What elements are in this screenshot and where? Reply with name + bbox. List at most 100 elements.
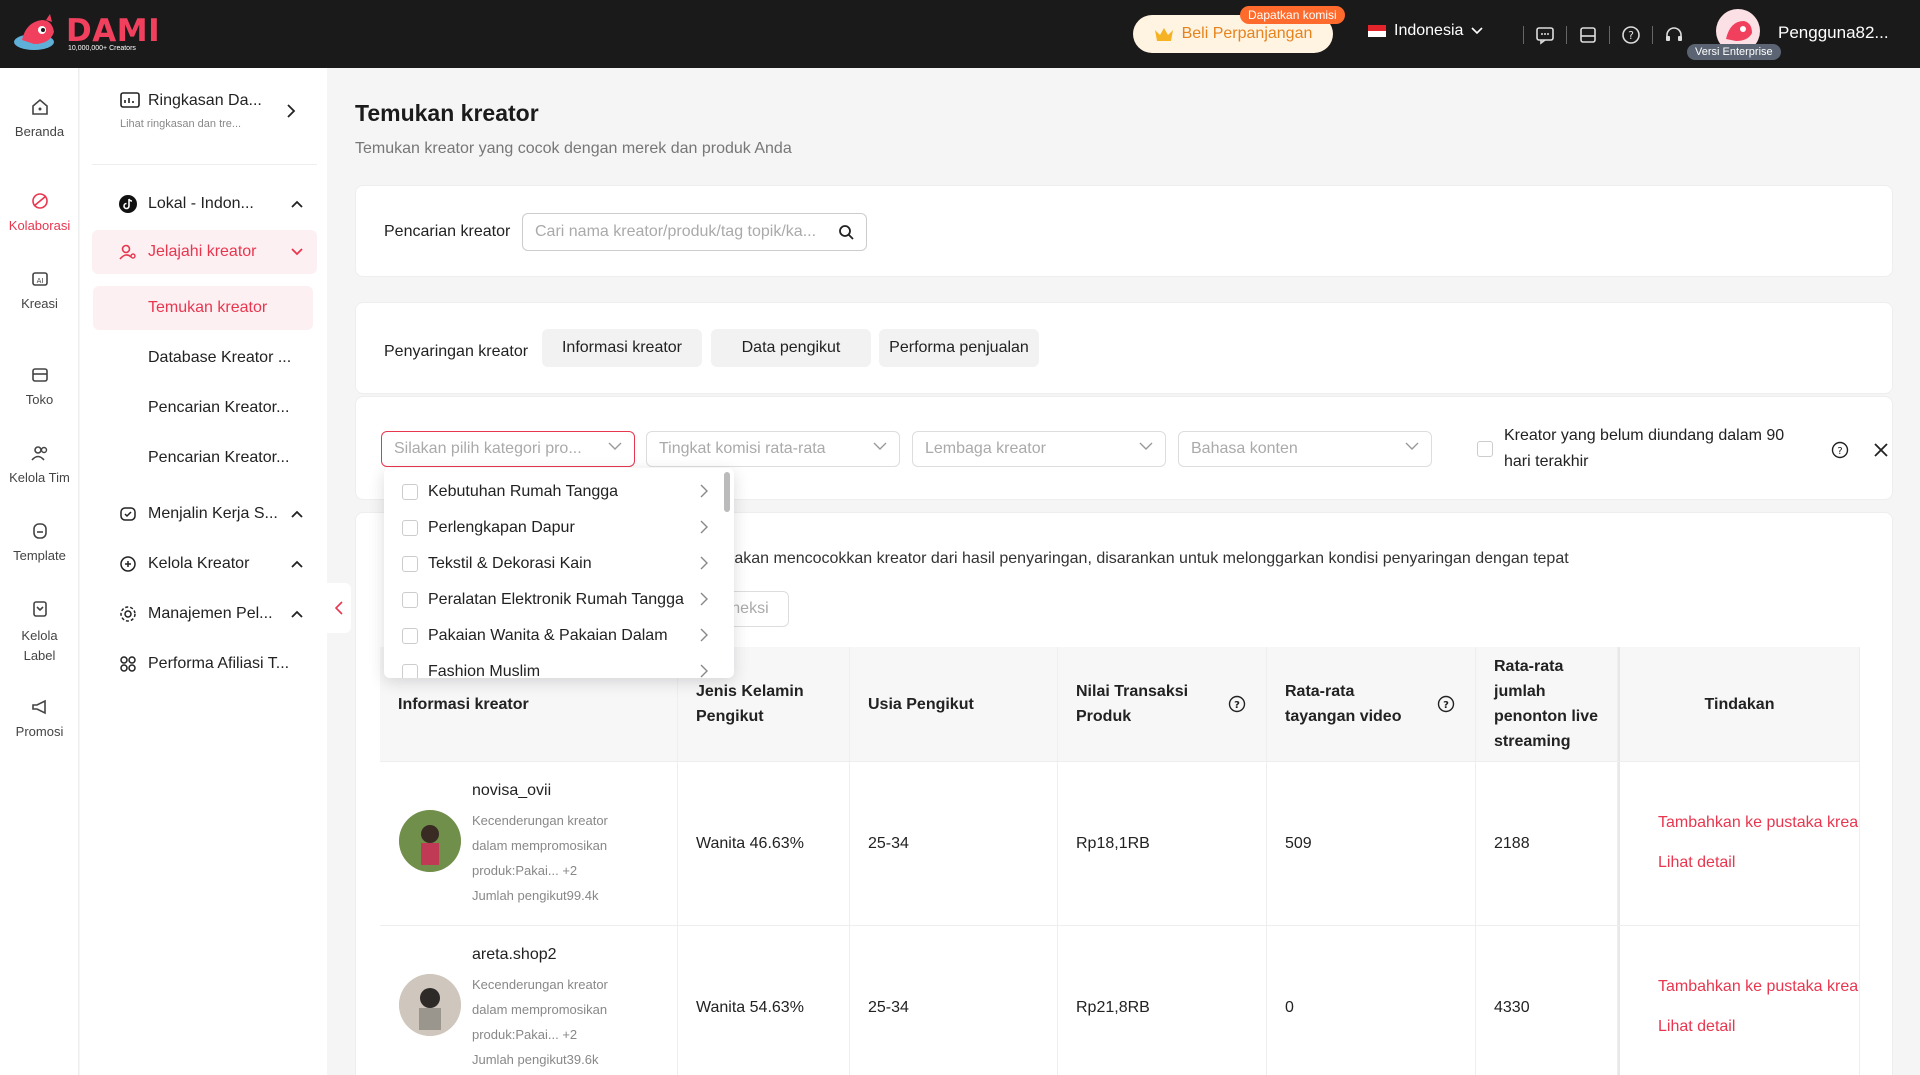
menu-database-kreator[interactable]: Database Kreator ...: [93, 336, 313, 380]
divider: [92, 164, 317, 165]
avatar[interactable]: [399, 810, 461, 872]
home-icon: [29, 96, 51, 118]
rail-label: Kreasi: [21, 296, 58, 311]
recent-uninvited-checkbox[interactable]: [1477, 441, 1493, 457]
help-icon[interactable]: ?: [1228, 695, 1246, 713]
view-detail-link[interactable]: Lihat detail: [1658, 854, 1735, 872]
commission-select[interactable]: Tingkat komisi rata-rata: [646, 431, 900, 467]
megaphone-icon: [29, 696, 51, 718]
chevron-right-icon: [700, 664, 708, 678]
rail-label: Promosi: [15, 724, 64, 739]
option-checkbox[interactable]: [402, 628, 418, 644]
creator-name[interactable]: areta.shop2: [472, 946, 557, 964]
option-label: Kebutuhan Rumah Tangga: [428, 483, 619, 500]
language-select[interactable]: Bahasa konten: [1178, 431, 1432, 467]
chevron-down-icon: [1405, 442, 1419, 450]
category-option[interactable]: Perlengkapan Dapur: [384, 510, 724, 546]
creator-cell: areta.shop2 Kecenderungan kreator dalam …: [380, 926, 678, 1075]
search-label: Pencarian kreator: [384, 223, 511, 240]
help-icon[interactable]: ?: [1618, 22, 1644, 48]
menu-pencarian-kreator-2[interactable]: Pencarian Kreator...: [93, 436, 313, 480]
option-checkbox[interactable]: [402, 592, 418, 608]
category-option[interactable]: Pakaian Wanita & Pakaian Dalam: [384, 618, 724, 654]
category-select[interactable]: Silakan pilih kategori pro...: [381, 431, 635, 467]
manage-creator-icon: [118, 555, 138, 573]
chevron-down-icon: [1139, 442, 1153, 450]
tab-data-pengikut[interactable]: Data pengikut: [711, 329, 871, 367]
option-checkbox[interactable]: [402, 664, 418, 678]
header-age: Usia Pengikut: [850, 647, 1058, 761]
close-icon[interactable]: [1873, 442, 1889, 458]
handshake-icon: [118, 505, 138, 523]
actions-cell: Tambahkan ke pustaka krea Lihat detail: [1618, 762, 1860, 926]
age-cell: 25-34: [850, 926, 1058, 1075]
option-checkbox[interactable]: [402, 556, 418, 572]
option-checkbox[interactable]: [402, 520, 418, 536]
option-label: Fashion Muslim: [428, 663, 541, 678]
add-to-library-link[interactable]: Tambahkan ke pustaka krea: [1658, 978, 1858, 996]
rail-item-beranda[interactable]: Beranda: [0, 96, 79, 139]
svg-text:?: ?: [1628, 29, 1634, 42]
dami-logo[interactable]: DAMI 10,000,000+ Creators: [12, 12, 160, 56]
country-selector[interactable]: Indonesia: [1368, 22, 1483, 40]
menu-manajemen-pelanggan[interactable]: Manajemen Pel...: [92, 592, 317, 636]
header-live: Rata-rata jumlah penonton live streaming: [1476, 647, 1618, 761]
avatar[interactable]: [399, 974, 461, 1036]
rail-item-template[interactable]: Template: [0, 520, 79, 563]
header-actions: Tindakan: [1618, 647, 1860, 761]
rail-item-kelola-tim[interactable]: Kelola Tim: [0, 442, 79, 485]
rail-item-kelola-label[interactable]: Kelola Label: [0, 598, 79, 666]
creator-name[interactable]: novisa_ovii: [472, 782, 551, 800]
crown-icon: [1154, 28, 1173, 41]
renew-label: Beli Perpanjangan: [1181, 25, 1313, 42]
rail-item-kreasi[interactable]: AI Kreasi: [0, 268, 79, 311]
page-title: Temukan kreator: [355, 100, 539, 126]
menu-menjalin-kerja-sama[interactable]: Menjalin Kerja S...: [92, 492, 317, 536]
indonesia-flag-icon: [1368, 25, 1386, 37]
menu-performa-afiliasi[interactable]: Performa Afiliasi T...: [92, 642, 317, 686]
rail-label: Toko: [25, 392, 54, 407]
view-detail-link[interactable]: Lihat detail: [1658, 1018, 1735, 1036]
rail-item-toko[interactable]: Toko: [0, 364, 79, 407]
book-icon[interactable]: [1575, 22, 1601, 48]
chevron-right-icon: [700, 556, 708, 570]
category-option[interactable]: Kebutuhan Rumah Tangga: [384, 474, 724, 510]
tab-informasi-kreator[interactable]: Informasi kreator: [542, 329, 702, 367]
recent-uninvited-label: Kreator yang belum diundang dalam 90 har…: [1504, 427, 1785, 470]
rail-label: Kolaborasi: [8, 218, 71, 233]
agency-select[interactable]: Lembaga kreator: [912, 431, 1166, 467]
views-cell: 0: [1267, 926, 1476, 1075]
menu-local-indonesia[interactable]: Lokal - Indon...: [92, 182, 317, 226]
page-subtitle: Temukan kreator yang cocok dengan merek …: [355, 140, 792, 157]
live-cell: 2188: [1476, 762, 1618, 926]
rail-item-promosi[interactable]: Promosi: [0, 696, 79, 739]
rail-item-kolaborasi[interactable]: Kolaborasi: [0, 190, 79, 233]
category-option[interactable]: Peralatan Elektronik Rumah Tangga: [384, 582, 724, 618]
dropdown-scrollbar[interactable]: [724, 472, 730, 512]
username[interactable]: Pengguna82...: [1778, 23, 1889, 43]
category-option[interactable]: Fashion Muslim: [384, 654, 724, 678]
menu-label: Menjalin Kerja S...: [148, 505, 278, 522]
menu-pencarian-kreator-1[interactable]: Pencarian Kreator...: [93, 386, 313, 430]
table-row[interactable]: areta.shop2 Kecenderungan kreator dalam …: [380, 925, 1860, 1075]
enterprise-badge: Versi Enterprise: [1687, 44, 1781, 60]
headset-icon[interactable]: [1661, 22, 1687, 48]
search-icon[interactable]: [838, 224, 854, 240]
chevron-down-icon: [291, 248, 303, 256]
menu-temukan-kreator[interactable]: Temukan kreator: [93, 286, 313, 330]
add-to-library-link[interactable]: Tambahkan ke pustaka krea: [1658, 814, 1858, 832]
help-icon[interactable]: ?: [1437, 695, 1455, 713]
table-row[interactable]: novisa_ovii Kecenderungan kreator dalam …: [380, 761, 1860, 926]
help-icon[interactable]: ?: [1831, 441, 1849, 459]
chevron-down-icon: [608, 442, 622, 450]
option-label: Perlengkapan Dapur: [428, 519, 575, 536]
menu-kelola-kreator[interactable]: Kelola Kreator: [92, 542, 317, 586]
menu-jelajahi-kreator[interactable]: Jelajahi kreator: [92, 230, 317, 274]
summary-card[interactable]: Ringkasan Da... Lihat ringkasan dan tre.…: [120, 92, 320, 130]
store-icon: [29, 364, 51, 386]
chat-icon[interactable]: [1532, 22, 1558, 48]
category-option[interactable]: Tekstil & Dekorasi Kain: [384, 546, 724, 582]
search-input[interactable]: Cari nama kreator/produk/tag topik/ka...: [522, 213, 867, 251]
tab-performa-penjualan[interactable]: Performa penjualan: [879, 329, 1039, 367]
option-checkbox[interactable]: [402, 484, 418, 500]
